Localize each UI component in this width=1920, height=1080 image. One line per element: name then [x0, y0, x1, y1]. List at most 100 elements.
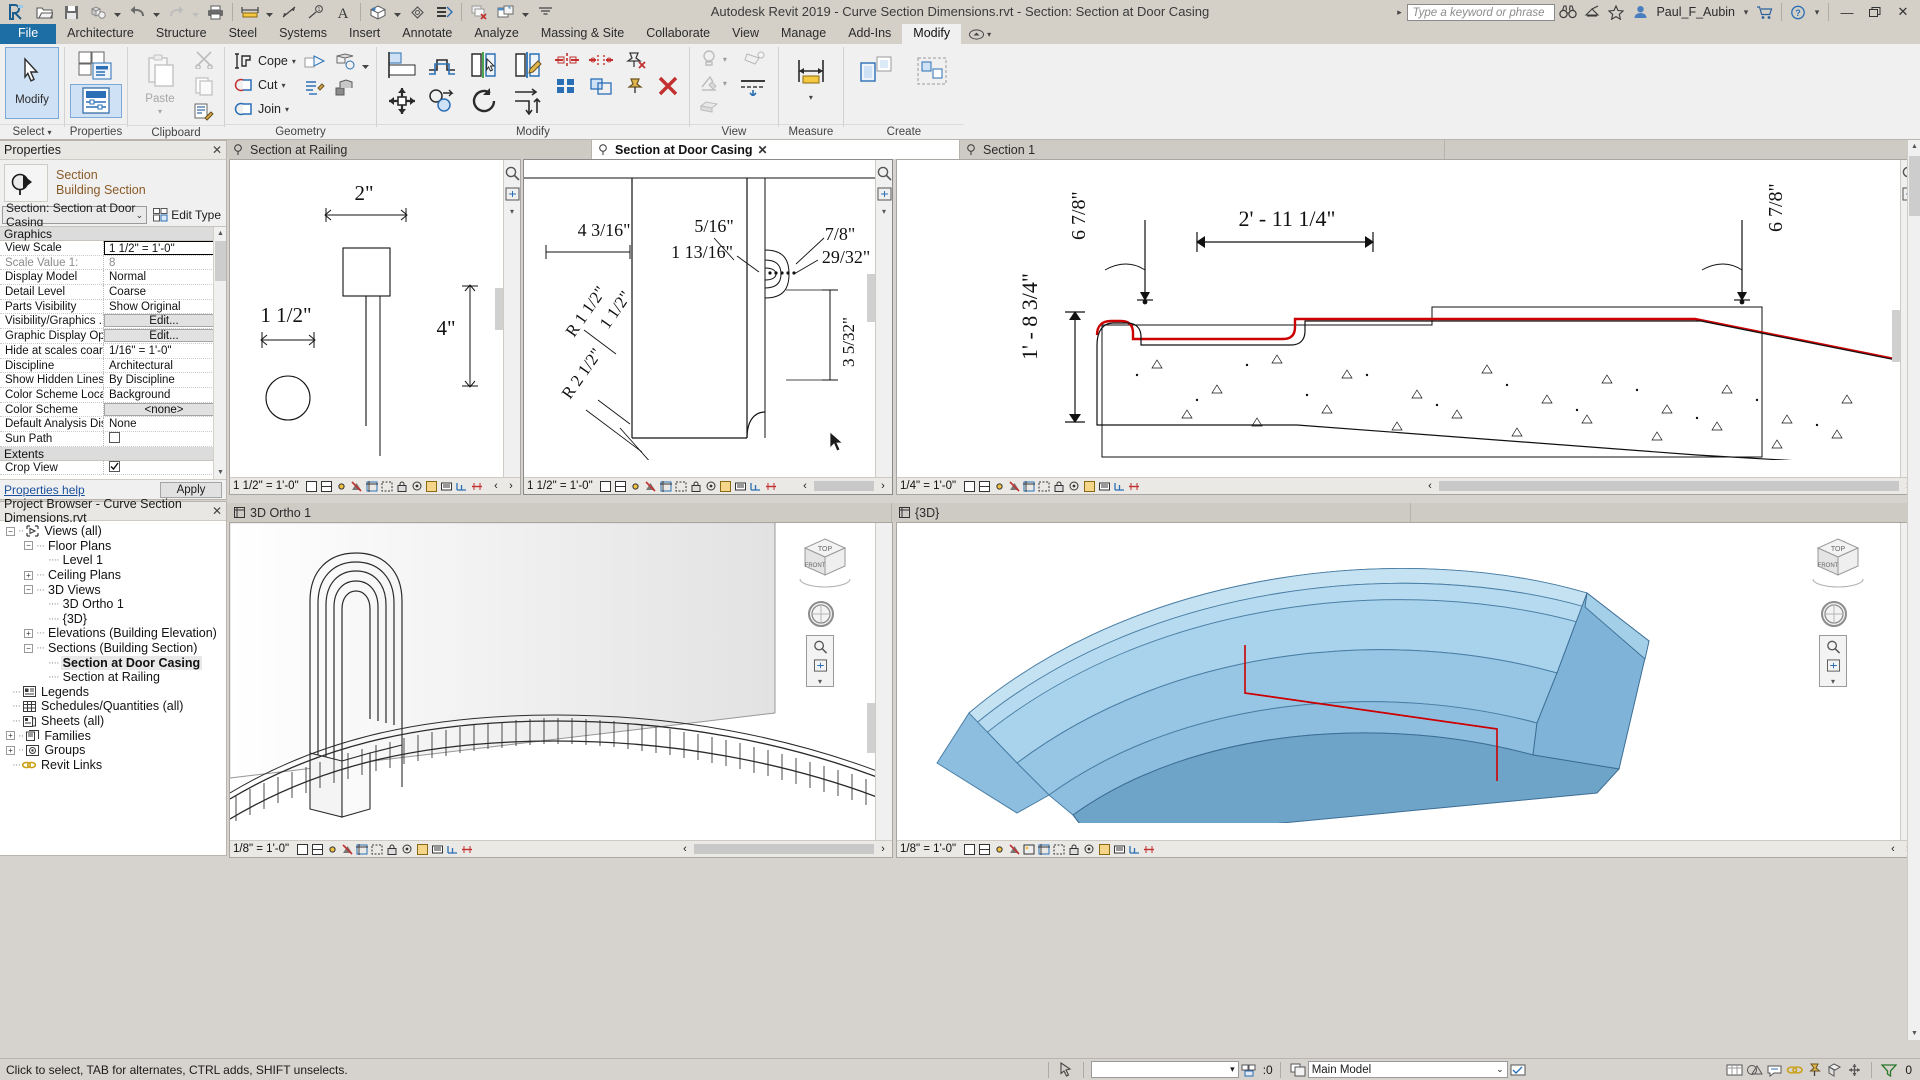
- property-value[interactable]: Architectural: [104, 359, 226, 373]
- crop-view-icon[interactable]: [659, 480, 672, 492]
- mirror-pick-axis-button[interactable]: [462, 47, 506, 83]
- show-crop-region-icon[interactable]: [371, 843, 383, 855]
- property-row[interactable]: Sun Path: [0, 431, 226, 447]
- modify-button[interactable]: Modify: [5, 47, 59, 119]
- search-toggle-icon[interactable]: ▸: [1393, 7, 1405, 18]
- scroll-up-icon[interactable]: ▲: [1908, 140, 1920, 153]
- create-group-button[interactable]: [905, 47, 959, 119]
- lock-view-icon[interactable]: [386, 843, 398, 855]
- tree-node-revit-links[interactable]: ··· Revit Links: [2, 758, 226, 773]
- crop-view-checkbox[interactable]: [109, 460, 120, 472]
- navbar-dropdown-icon[interactable]: ▾: [818, 677, 822, 686]
- steering-wheel-icon[interactable]: [1821, 601, 1847, 627]
- reveal-constraints-icon[interactable]: [471, 480, 483, 492]
- expander-icon[interactable]: −: [24, 643, 33, 653]
- default-3d-view-icon[interactable]: [365, 1, 391, 23]
- prev-pan-icon[interactable]: ‹: [799, 480, 811, 492]
- property-row[interactable]: Graphic Display Opt... Edit...: [0, 329, 226, 344]
- ribbon-tab-add-ins[interactable]: Add-Ins: [837, 24, 902, 44]
- expander-icon[interactable]: +: [24, 628, 33, 638]
- sun-path-icon[interactable]: [630, 480, 642, 492]
- analytical-model-icon[interactable]: [1113, 480, 1125, 492]
- expander-icon[interactable]: +: [6, 745, 15, 755]
- temporary-view-properties-icon[interactable]: [1113, 843, 1125, 855]
- cope-button[interactable]: Cope ▾: [230, 49, 300, 73]
- account-avatar-icon[interactable]: [1629, 1, 1651, 23]
- property-value[interactable]: 1 1/2" = 1'-0": [104, 241, 224, 255]
- visual-style-icon[interactable]: [321, 480, 333, 492]
- save-icon[interactable]: [58, 1, 84, 23]
- thin-lines-icon[interactable]: [431, 1, 457, 23]
- pin-button[interactable]: [618, 73, 652, 99]
- view-tab-section-1[interactable]: Section 1: [960, 140, 1445, 159]
- edit-type-button[interactable]: Edit Type: [150, 208, 224, 222]
- view3d-dropdown-icon[interactable]: [392, 1, 403, 23]
- reveal-constraints-icon[interactable]: [765, 480, 777, 492]
- ribbon-tab-structure[interactable]: Structure: [145, 24, 218, 44]
- ribbon-tab-insert[interactable]: Insert: [338, 24, 391, 44]
- section-icon[interactable]: [404, 1, 430, 23]
- scroll-thumb[interactable]: [215, 241, 226, 281]
- worksets-icon[interactable]: [1239, 1061, 1259, 1079]
- property-row[interactable]: Crop View: [0, 460, 226, 476]
- filter-icon[interactable]: [1879, 1061, 1899, 1079]
- communication-center-icon[interactable]: [1581, 1, 1603, 23]
- account-dropdown-icon[interactable]: ▾: [1740, 7, 1752, 18]
- scroll-down-icon[interactable]: ▼: [214, 466, 226, 479]
- trim-extend-button[interactable]: [506, 83, 550, 119]
- show-crop-region-icon[interactable]: [1053, 843, 1065, 855]
- temporary-view-properties-icon[interactable]: [441, 480, 453, 492]
- visual-style-icon[interactable]: [311, 843, 323, 855]
- tree-node-ceiling-plans[interactable]: + ··· Ceiling Plans: [2, 568, 226, 583]
- tree-node-3d-ortho-1[interactable]: ···· 3D Ortho 1: [2, 597, 226, 612]
- sun-path-icon[interactable]: [326, 843, 338, 855]
- property-row[interactable]: Hide at scales coars... 1/16" = 1'-0": [0, 343, 226, 359]
- expander-icon[interactable]: −: [24, 541, 33, 551]
- navbar-dropdown-icon[interactable]: ▾: [1831, 677, 1835, 686]
- crop-view-icon[interactable]: [365, 480, 378, 492]
- lock-view-icon[interactable]: [396, 480, 408, 492]
- view-tab-close-icon[interactable]: ✕: [758, 143, 768, 157]
- autodesk-store-icon[interactable]: [1754, 1, 1776, 23]
- view-tab-overflow[interactable]: ▾: [1444, 140, 1920, 159]
- sync-icon[interactable]: [85, 1, 111, 23]
- shadows-off-icon[interactable]: [645, 480, 657, 492]
- tree-node-views-all[interactable]: − ·· Views (all): [2, 524, 226, 539]
- viewport-scrollbar-3d-ortho[interactable]: [875, 523, 892, 840]
- tree-node-legends[interactable]: ··· Legends: [2, 685, 226, 700]
- detail-level-icon[interactable]: [963, 843, 975, 855]
- viewport-scrollbar-thumb[interactable]: [1892, 310, 1900, 362]
- viewport-3d-ortho-1[interactable]: TOP FRONT ▾ 1/8" = 1'-0" ‹ ›: [229, 522, 893, 858]
- paint-button[interactable]: [330, 49, 360, 75]
- graphic-display-options-edit-button[interactable]: Edit...: [104, 329, 224, 343]
- revit-logo-icon[interactable]: [4, 1, 30, 23]
- analytical-model-icon[interactable]: [750, 480, 762, 492]
- redo-icon[interactable]: [163, 1, 189, 23]
- temporary-view-properties-icon[interactable]: [735, 480, 747, 492]
- measure-dropdown-icon[interactable]: [264, 1, 275, 23]
- reveal-hidden-icon[interactable]: [720, 480, 732, 492]
- steering-wheel-icon[interactable]: [808, 601, 834, 627]
- viewport-canvas-railing[interactable]: 2" 1 1/2" 4": [230, 160, 503, 477]
- design-options-icon[interactable]: [1288, 1061, 1308, 1079]
- minimize-button[interactable]: —: [1834, 1, 1860, 23]
- property-row[interactable]: View Scale 1 1/2" = 1'-0": [0, 241, 226, 256]
- temporary-view-properties-icon[interactable]: [1098, 480, 1110, 492]
- ribbon-tab-file[interactable]: File: [0, 24, 57, 44]
- property-row[interactable]: Show Hidden Lines By Discipline: [0, 373, 226, 388]
- username-label[interactable]: Paul_F_Aubin: [1653, 5, 1738, 19]
- apply-button[interactable]: Apply: [160, 481, 222, 498]
- join-button[interactable]: Join ▾: [230, 97, 300, 121]
- align-button[interactable]: [382, 47, 422, 83]
- linework-button[interactable]: [733, 73, 773, 99]
- prev-pan-icon[interactable]: ‹: [679, 843, 691, 855]
- reveal-hidden-icon[interactable]: [1083, 480, 1095, 492]
- view-tab-3d[interactable]: {3D}: [892, 503, 1411, 522]
- temporary-view-properties-icon[interactable]: [431, 843, 443, 855]
- reveal-constraints-icon[interactable]: [1128, 480, 1140, 492]
- prev-pan-icon[interactable]: ‹: [1424, 480, 1436, 492]
- demolish-button[interactable]: [300, 75, 330, 101]
- ribbon-tab-systems[interactable]: Systems: [268, 24, 338, 44]
- press-and-drag-icon[interactable]: [1056, 1061, 1076, 1079]
- view-cube[interactable]: TOP FRONT: [796, 533, 854, 589]
